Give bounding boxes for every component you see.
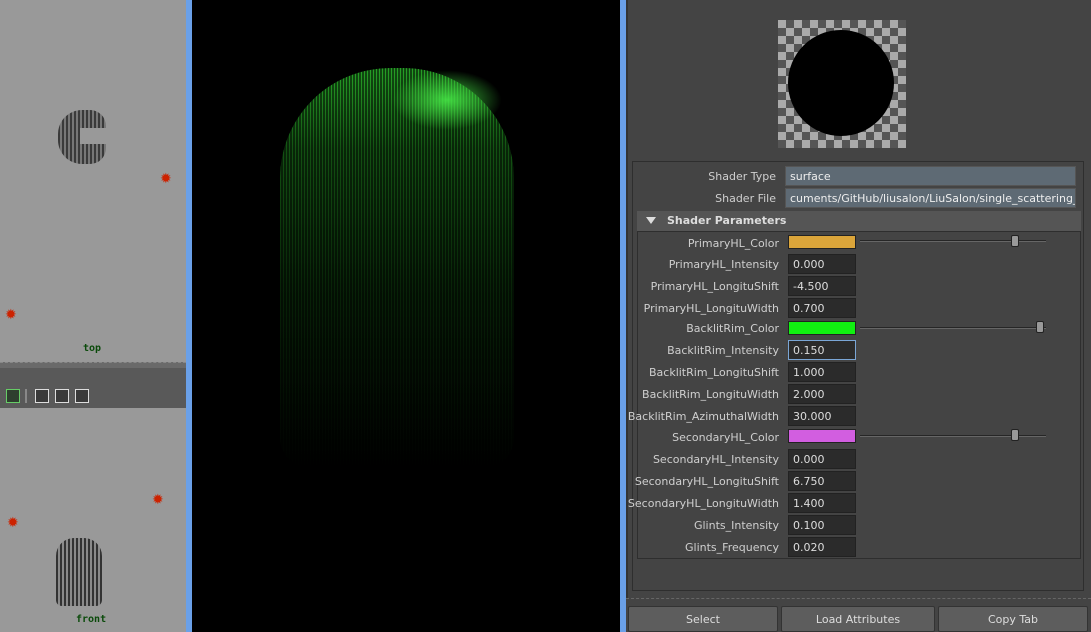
primary-width-field[interactable]: 0.700	[788, 298, 856, 318]
param-label: PrimaryHL_Intensity	[668, 258, 779, 271]
viewport-toolbar	[0, 368, 186, 408]
shader-file-field[interactable]: cuments/GitHub/liusalon/LiuSalon/single_…	[785, 188, 1076, 208]
light-marker-icon[interactable]: ✹	[160, 172, 172, 186]
front-view-label: front	[76, 614, 107, 625]
param-label: BacklitRim_Color	[686, 322, 779, 335]
secondary-width-field[interactable]: 1.400	[788, 493, 856, 513]
hair-top-view	[58, 110, 106, 164]
backlit-shift-field[interactable]: 1.000	[788, 362, 856, 382]
render-view[interactable]	[192, 0, 620, 632]
toolbar-separator	[25, 389, 27, 403]
top-view-label: top	[83, 343, 102, 354]
secondary-intensity-field[interactable]: 0.000	[788, 449, 856, 469]
secondary-shift-field[interactable]: 6.750	[788, 471, 856, 491]
cube-icon[interactable]	[35, 389, 49, 403]
shader-parameters-header[interactable]: Shader Parameters	[637, 211, 1081, 231]
secondary-color-swatch[interactable]	[788, 429, 856, 443]
glints-intensity-field[interactable]: 0.100	[788, 515, 856, 535]
param-label: Glints_Intensity	[693, 519, 779, 532]
primary-intensity-field[interactable]: 0.000	[788, 254, 856, 274]
shader-file-label: Shader File	[715, 192, 776, 205]
light-marker-icon[interactable]: ✹	[5, 308, 17, 322]
copy-icon[interactable]	[55, 389, 69, 403]
light-marker-icon[interactable]: ✹	[152, 493, 164, 507]
param-label: SecondaryHL_Intensity	[652, 453, 779, 466]
maya-workspace: ✹ ✹ top ✹ ✹ front Shader Type surface Sh…	[0, 0, 1091, 632]
param-label: BacklitRim_LongituShift	[648, 366, 779, 379]
slider-handle[interactable]	[1011, 235, 1019, 247]
param-label: BacklitRim_Intensity	[667, 344, 779, 357]
param-label: PrimaryHL_Color	[687, 237, 779, 250]
swatch-sphere	[788, 30, 894, 136]
param-label: SecondaryHL_LongituShift	[634, 475, 779, 488]
param-label: Glints_Frequency	[685, 541, 779, 554]
backlit-intensity-field[interactable]: 0.150	[788, 340, 856, 360]
param-label: BacklitRim_LongituWidth	[642, 388, 779, 401]
param-label: SecondaryHL_Color	[672, 431, 779, 444]
backlit-color-swatch[interactable]	[788, 321, 856, 335]
backlit-width-field[interactable]: 2.000	[788, 384, 856, 404]
shader-type-field[interactable]: surface	[785, 166, 1076, 186]
collapse-triangle-icon[interactable]	[646, 217, 656, 224]
glints-frequency-field[interactable]: 0.020	[788, 537, 856, 557]
rendered-hair	[280, 68, 514, 468]
load-attributes-button[interactable]: Load Attributes	[781, 606, 935, 632]
hair-front-view	[56, 538, 102, 606]
ortho-viewports-panel: ✹ ✹ top	[0, 0, 186, 632]
slider-handle[interactable]	[1011, 429, 1019, 441]
select-tool-icon[interactable]	[6, 389, 20, 403]
hair-highlight	[392, 70, 502, 130]
param-label: SecondaryHL_LongituWidth	[627, 497, 779, 510]
select-button[interactable]: Select	[628, 606, 778, 632]
share-icon[interactable]	[75, 389, 89, 403]
param-label: BacklitRim_AzimuthalWidth	[627, 410, 779, 423]
shader-swatch-preview[interactable]	[778, 20, 906, 148]
param-label: PrimaryHL_LongituWidth	[643, 302, 779, 315]
copy-tab-button[interactable]: Copy Tab	[938, 606, 1088, 632]
param-label: PrimaryHL_LongituShift	[650, 280, 779, 293]
primary-shift-field[interactable]: -4.500	[788, 276, 856, 296]
backlit-color-slider[interactable]	[860, 327, 1046, 329]
shader-type-label: Shader Type	[708, 170, 776, 183]
slider-handle[interactable]	[1036, 321, 1044, 333]
section-title: Shader Parameters	[667, 214, 787, 227]
primary-color-swatch[interactable]	[788, 235, 856, 249]
light-marker-icon[interactable]: ✹	[7, 516, 19, 530]
top-viewport[interactable]: ✹ ✹ top	[0, 0, 186, 362]
backlit-azimuthal-field[interactable]: 30.000	[788, 406, 856, 426]
